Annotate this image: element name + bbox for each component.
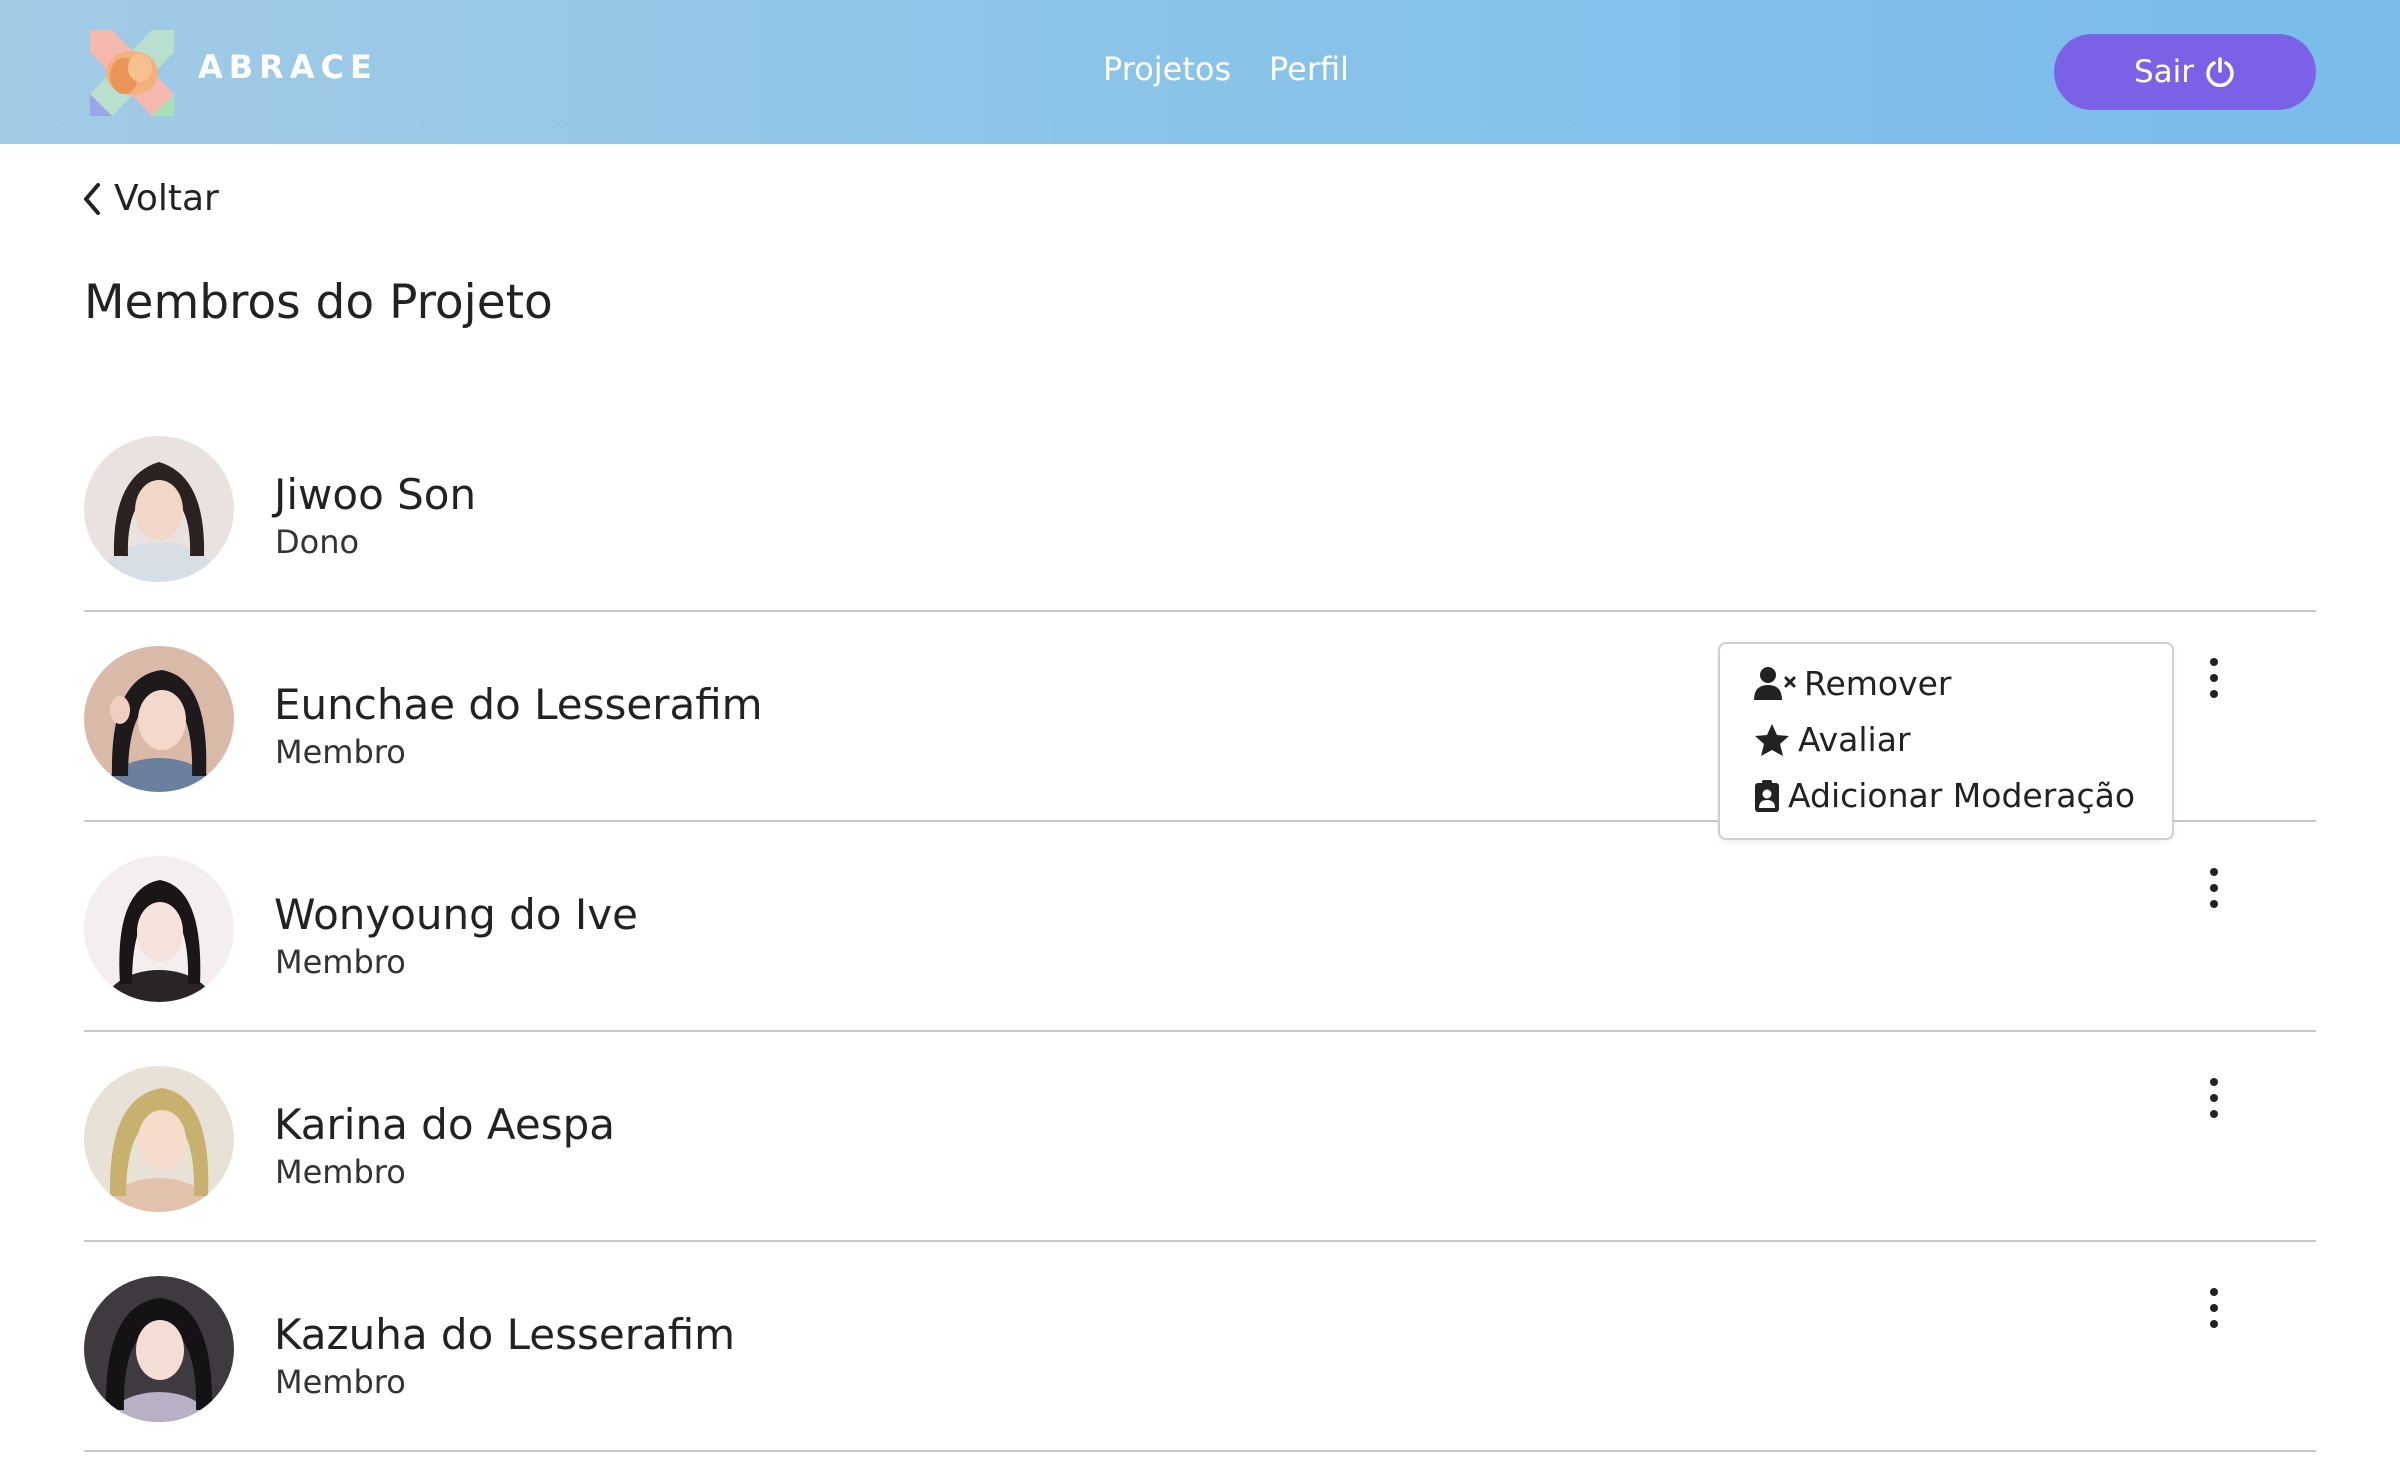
menu-item-remover[interactable]: Remover <box>1754 664 1952 703</box>
member-name: Kazuha do Lesserafim <box>274 1310 736 1359</box>
nav-perfil[interactable]: Perfil <box>1269 50 1349 88</box>
member-name: Karina do Aespa <box>274 1100 616 1149</box>
member-role: Membro <box>275 1363 406 1401</box>
chevron-left-icon <box>84 182 100 215</box>
member-row: Wonyoung do Ive Membro <box>84 820 2316 1032</box>
user-remove-icon <box>1754 666 1796 700</box>
avatar <box>84 1276 234 1422</box>
logout-button[interactable]: Sair <box>2054 34 2316 110</box>
member-role: Dono <box>275 523 360 561</box>
abrace-logo-icon[interactable] <box>84 30 180 116</box>
star-icon <box>1755 723 1789 756</box>
member-role: Membro <box>275 733 406 771</box>
member-role: Membro <box>275 943 406 981</box>
back-label: Voltar <box>114 178 219 219</box>
member-name: Wonyoung do Ive <box>274 890 638 939</box>
member-options-menu: Remover Avaliar Adicionar Moderação <box>1718 642 2174 840</box>
menu-item-avaliar[interactable]: Avaliar <box>1754 720 1911 759</box>
member-name: Jiwoo Son <box>274 470 477 519</box>
member-row: Karina do Aespa Membro <box>84 1030 2316 1242</box>
member-row: Kazuha do Lesserafim Membro <box>84 1240 2316 1452</box>
logout-label: Sair <box>2133 54 2195 90</box>
back-link[interactable]: Voltar <box>82 178 219 219</box>
menu-item-label: Adicionar Moderação <box>1788 776 2136 815</box>
more-options-icon[interactable] <box>2202 658 2226 698</box>
more-options-icon[interactable] <box>2202 1078 2226 1118</box>
menu-item-label: Remover <box>1804 664 1952 703</box>
top-header: ABRACE Projetos Perfil Sair <box>0 0 2400 144</box>
member-name: Eunchae do Lesserafim <box>274 680 763 729</box>
page-title: Membros do Projeto <box>84 275 553 330</box>
nav-projetos[interactable]: Projetos <box>1103 50 1231 88</box>
more-options-icon[interactable] <box>2202 868 2226 908</box>
member-row: Jiwoo Son Dono <box>84 400 2316 612</box>
member-role: Membro <box>275 1153 406 1191</box>
avatar <box>84 1066 234 1212</box>
avatar <box>84 436 234 582</box>
menu-item-label: Avaliar <box>1798 720 1911 759</box>
avatar <box>84 646 234 792</box>
brand-name: ABRACE <box>198 48 378 86</box>
avatar <box>84 856 234 1002</box>
menu-item-adicionar-moderacao[interactable]: Adicionar Moderação <box>1754 776 2135 815</box>
power-icon <box>2206 57 2234 88</box>
clipboard-user-icon <box>1755 779 1779 812</box>
more-options-icon[interactable] <box>2202 1288 2226 1328</box>
